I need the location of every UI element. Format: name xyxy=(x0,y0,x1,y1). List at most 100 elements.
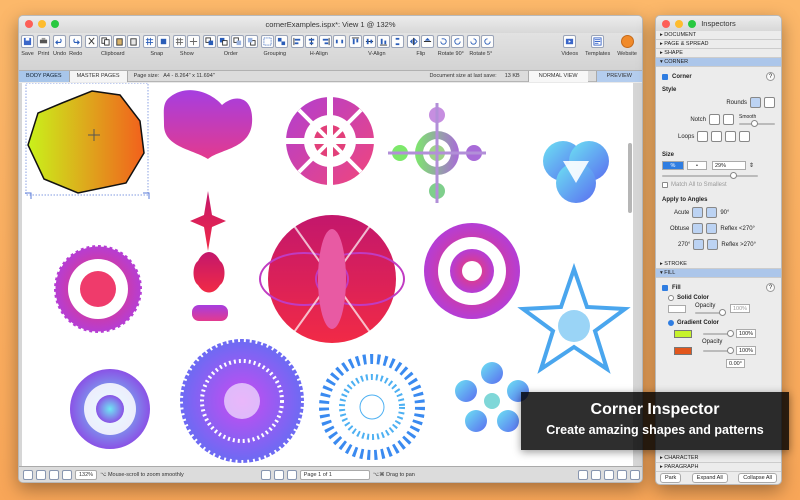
view-continuous-icon[interactable] xyxy=(591,469,601,480)
align-left-icon[interactable] xyxy=(291,35,305,48)
website-button[interactable]: Website xyxy=(617,35,637,57)
distribute-h-icon[interactable] xyxy=(333,35,347,48)
size-stepper[interactable]: ⇕ xyxy=(749,162,754,169)
smooth-slider[interactable] xyxy=(739,120,775,127)
templates-button[interactable]: Templates xyxy=(585,35,610,57)
opacity-field-solid[interactable]: 100% xyxy=(730,304,751,313)
cut-icon[interactable] xyxy=(85,35,99,48)
opacity-field-grad1[interactable]: 100% xyxy=(736,329,757,338)
solid-color-well[interactable] xyxy=(668,304,686,313)
tab-normal-view[interactable]: NORMAL VIEW xyxy=(527,70,588,82)
align-right-icon[interactable] xyxy=(319,35,333,48)
section-character[interactable]: ▸ CHARACTER xyxy=(656,454,781,463)
loop-style-4-icon[interactable] xyxy=(739,131,751,142)
page-prev-icon[interactable] xyxy=(273,469,284,480)
rotate-ccw-5-icon[interactable] xyxy=(467,35,481,48)
park-button[interactable]: Park xyxy=(660,473,682,483)
gradient-angle-field[interactable]: 0.00° xyxy=(726,359,745,368)
show-grid-icon[interactable] xyxy=(173,35,187,48)
flip-v-icon[interactable] xyxy=(421,35,435,48)
corner-checkbox[interactable] xyxy=(662,73,668,80)
view-fit-icon[interactable] xyxy=(630,469,640,480)
tab-body-pages[interactable]: BODY PAGES xyxy=(19,70,70,82)
save-button[interactable]: Save xyxy=(21,35,34,57)
layout-two-icon[interactable] xyxy=(36,469,46,480)
size-value-field[interactable]: 29% xyxy=(712,161,746,170)
expand-all-button[interactable]: Expand All xyxy=(691,473,728,483)
show-guides-icon[interactable] xyxy=(187,35,201,48)
size-unit-percent[interactable]: % xyxy=(662,161,684,170)
ungroup-icon[interactable] xyxy=(275,35,289,48)
align-middle-icon[interactable] xyxy=(363,35,377,48)
opacity-field-grad2[interactable]: 100% xyxy=(736,346,757,355)
view-single-page-icon[interactable] xyxy=(578,469,588,480)
rotate-right-icon[interactable] xyxy=(451,35,465,48)
opacity-slider-solid[interactable] xyxy=(695,309,726,316)
fill-help-icon[interactable]: ? xyxy=(766,283,775,292)
align-bottom-icon[interactable] xyxy=(377,35,391,48)
vertical-scrollbar[interactable] xyxy=(628,143,632,213)
bring-front-icon[interactable] xyxy=(203,35,217,48)
group-icon[interactable] xyxy=(261,35,275,48)
section-stroke[interactable]: ▸ STROKE xyxy=(656,260,781,269)
section-paragraph[interactable]: ▸ PARAGRAPH xyxy=(656,463,781,472)
paste-icon[interactable] xyxy=(113,35,127,48)
layout-single-icon[interactable] xyxy=(23,469,33,480)
page-select[interactable]: Page 1 of 1 xyxy=(299,469,370,480)
selected-corner-shape[interactable] xyxy=(25,82,149,196)
corner-help-icon[interactable]: ? xyxy=(766,72,775,81)
v-align-group[interactable]: V-Align xyxy=(349,35,405,57)
zoom-out-icon[interactable] xyxy=(62,469,72,480)
loop-style-2-icon[interactable] xyxy=(711,131,723,142)
page-next-icon[interactable] xyxy=(286,469,297,480)
order-group[interactable]: Order xyxy=(203,35,259,57)
rotate-90-group[interactable]: Rotate 90° xyxy=(437,35,465,57)
loop-style-1-icon[interactable] xyxy=(697,131,709,142)
reflex-lt-icon[interactable] xyxy=(706,223,718,234)
align-top-icon[interactable] xyxy=(349,35,363,48)
rotate-cw-5-icon[interactable] xyxy=(481,35,495,48)
send-backward-icon[interactable] xyxy=(231,35,245,48)
view-grid-icon[interactable] xyxy=(617,469,627,480)
tab-master-pages[interactable]: MASTER PAGES xyxy=(69,70,128,82)
size-slider[interactable] xyxy=(662,172,758,179)
flip-group[interactable]: Flip xyxy=(407,35,435,57)
snap-group[interactable]: Snap xyxy=(143,35,171,57)
collapse-all-button[interactable]: Collapse All xyxy=(738,473,777,483)
clipboard-group[interactable]: Clipboard xyxy=(85,35,141,57)
tab-preview[interactable]: PREVIEW xyxy=(595,70,642,82)
page-first-icon[interactable] xyxy=(260,469,271,480)
flip-h-icon[interactable] xyxy=(407,35,421,48)
copy-icon[interactable] xyxy=(99,35,113,48)
gradient-start-color-well[interactable] xyxy=(674,329,692,338)
snap-grid-icon[interactable] xyxy=(143,35,157,48)
send-back-icon[interactable] xyxy=(245,35,259,48)
notch-angled-icon[interactable] xyxy=(723,114,734,125)
match-all-checkbox[interactable] xyxy=(662,182,668,188)
section-document[interactable]: ▸ DOCUMENT xyxy=(656,31,781,40)
rounds-convex-icon[interactable] xyxy=(750,97,761,108)
rounds-concave-icon[interactable] xyxy=(764,97,775,108)
grouping-group[interactable]: Grouping xyxy=(261,35,289,57)
size-unit-absolute[interactable]: • xyxy=(687,161,707,170)
angle-270-icon[interactable] xyxy=(693,239,705,250)
show-group[interactable]: Show xyxy=(173,35,201,57)
zoom-in-icon[interactable] xyxy=(49,469,59,480)
solid-color-radio[interactable] xyxy=(668,295,674,301)
gradient-color-radio[interactable] xyxy=(668,320,674,326)
view-spread-icon[interactable] xyxy=(604,469,614,480)
opacity-slider-grad1[interactable] xyxy=(703,329,734,337)
obtuse-angle-icon[interactable] xyxy=(692,223,704,234)
reflex-gt-icon[interactable] xyxy=(707,239,719,250)
undo-button[interactable]: Undo xyxy=(53,35,66,57)
distribute-v-icon[interactable] xyxy=(391,35,405,48)
section-corner[interactable]: ▾ CORNER xyxy=(656,58,781,67)
align-center-icon[interactable] xyxy=(305,35,319,48)
h-align-group[interactable]: H-Align xyxy=(291,35,347,57)
snap-object-icon[interactable] xyxy=(157,35,171,48)
section-shape[interactable]: ▸ SHAPE xyxy=(656,49,781,58)
rotate-5-group[interactable]: Rotate 5° xyxy=(467,35,495,57)
section-fill[interactable]: ▾ FILL xyxy=(656,269,781,278)
bring-forward-icon[interactable] xyxy=(217,35,231,48)
videos-button[interactable]: Videos xyxy=(561,35,578,57)
